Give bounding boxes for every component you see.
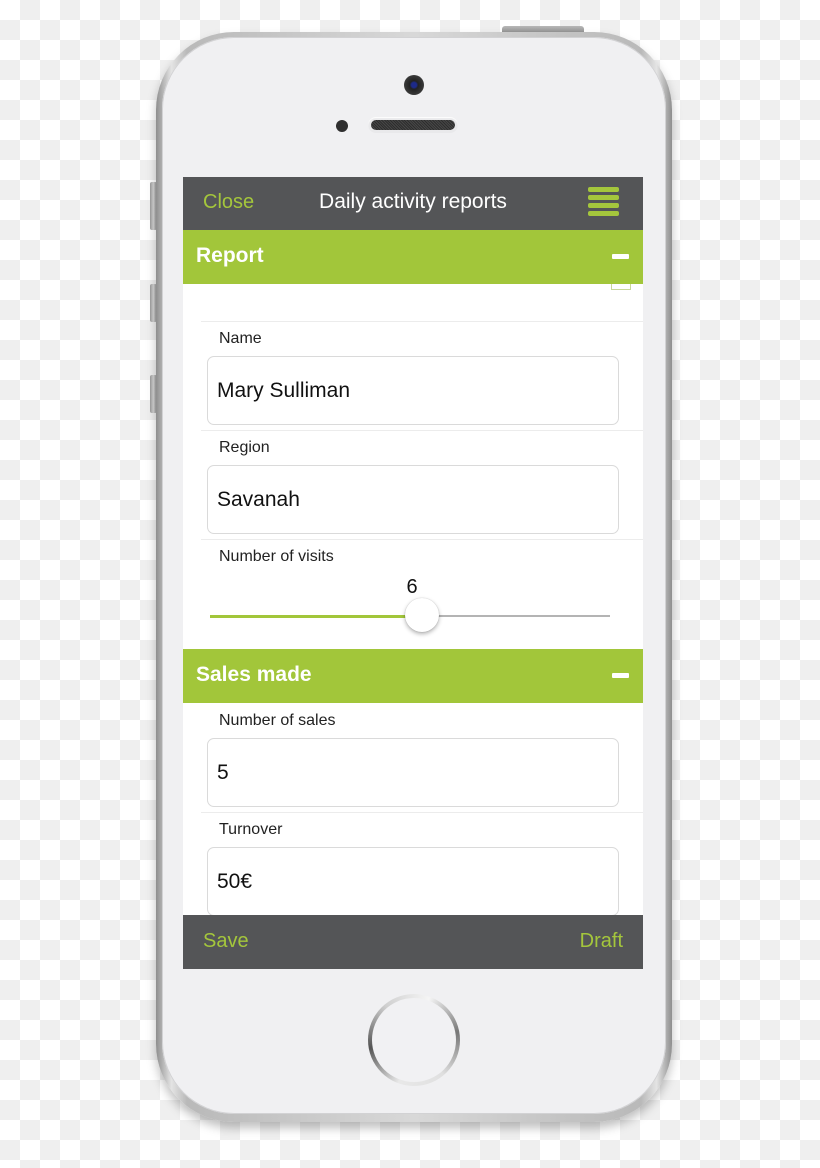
page-title: Daily activity reports — [319, 190, 507, 213]
divider — [201, 812, 643, 813]
section-header-report[interactable]: Report — [183, 230, 643, 284]
menu-bar — [588, 203, 619, 208]
name-label: Name — [219, 330, 262, 347]
visits-slider[interactable] — [210, 598, 610, 639]
divider — [201, 321, 643, 322]
save-button[interactable]: Save — [203, 930, 249, 953]
minus-icon[interactable] — [612, 673, 629, 678]
hamburger-menu-icon[interactable] — [588, 186, 619, 218]
turnover-label: Turnover — [219, 821, 283, 838]
region-label: Region — [219, 439, 270, 456]
slider-thumb[interactable] — [405, 598, 439, 632]
home-button[interactable] — [368, 994, 460, 1086]
section-title: Sales made — [196, 663, 312, 686]
front-camera-icon — [404, 75, 424, 95]
sales-count-label: Number of sales — [219, 712, 336, 729]
sales-count-field[interactable] — [207, 738, 619, 807]
region-field[interactable] — [207, 465, 619, 534]
earpiece-speaker-icon — [368, 117, 458, 133]
menu-bar — [588, 187, 619, 192]
visits-label: Number of visits — [219, 548, 334, 565]
menu-bar — [588, 195, 619, 200]
proximity-sensor-icon — [336, 120, 348, 132]
turnover-field[interactable] — [207, 847, 619, 916]
divider — [201, 430, 643, 431]
visits-value: 6 — [406, 576, 418, 598]
divider — [201, 539, 643, 540]
bottom-toolbar: Save Draft — [183, 915, 643, 969]
slider-fill — [210, 615, 422, 618]
section-header-sales[interactable]: Sales made — [183, 649, 643, 703]
draft-button[interactable]: Draft — [580, 930, 623, 953]
app-screen: Close Daily activity reports Report Name… — [183, 177, 643, 969]
menu-bar — [588, 211, 619, 216]
minus-icon[interactable] — [612, 254, 629, 259]
nav-bar: Close Daily activity reports — [183, 177, 643, 230]
section-title: Report — [196, 244, 264, 267]
name-field[interactable] — [207, 356, 619, 425]
